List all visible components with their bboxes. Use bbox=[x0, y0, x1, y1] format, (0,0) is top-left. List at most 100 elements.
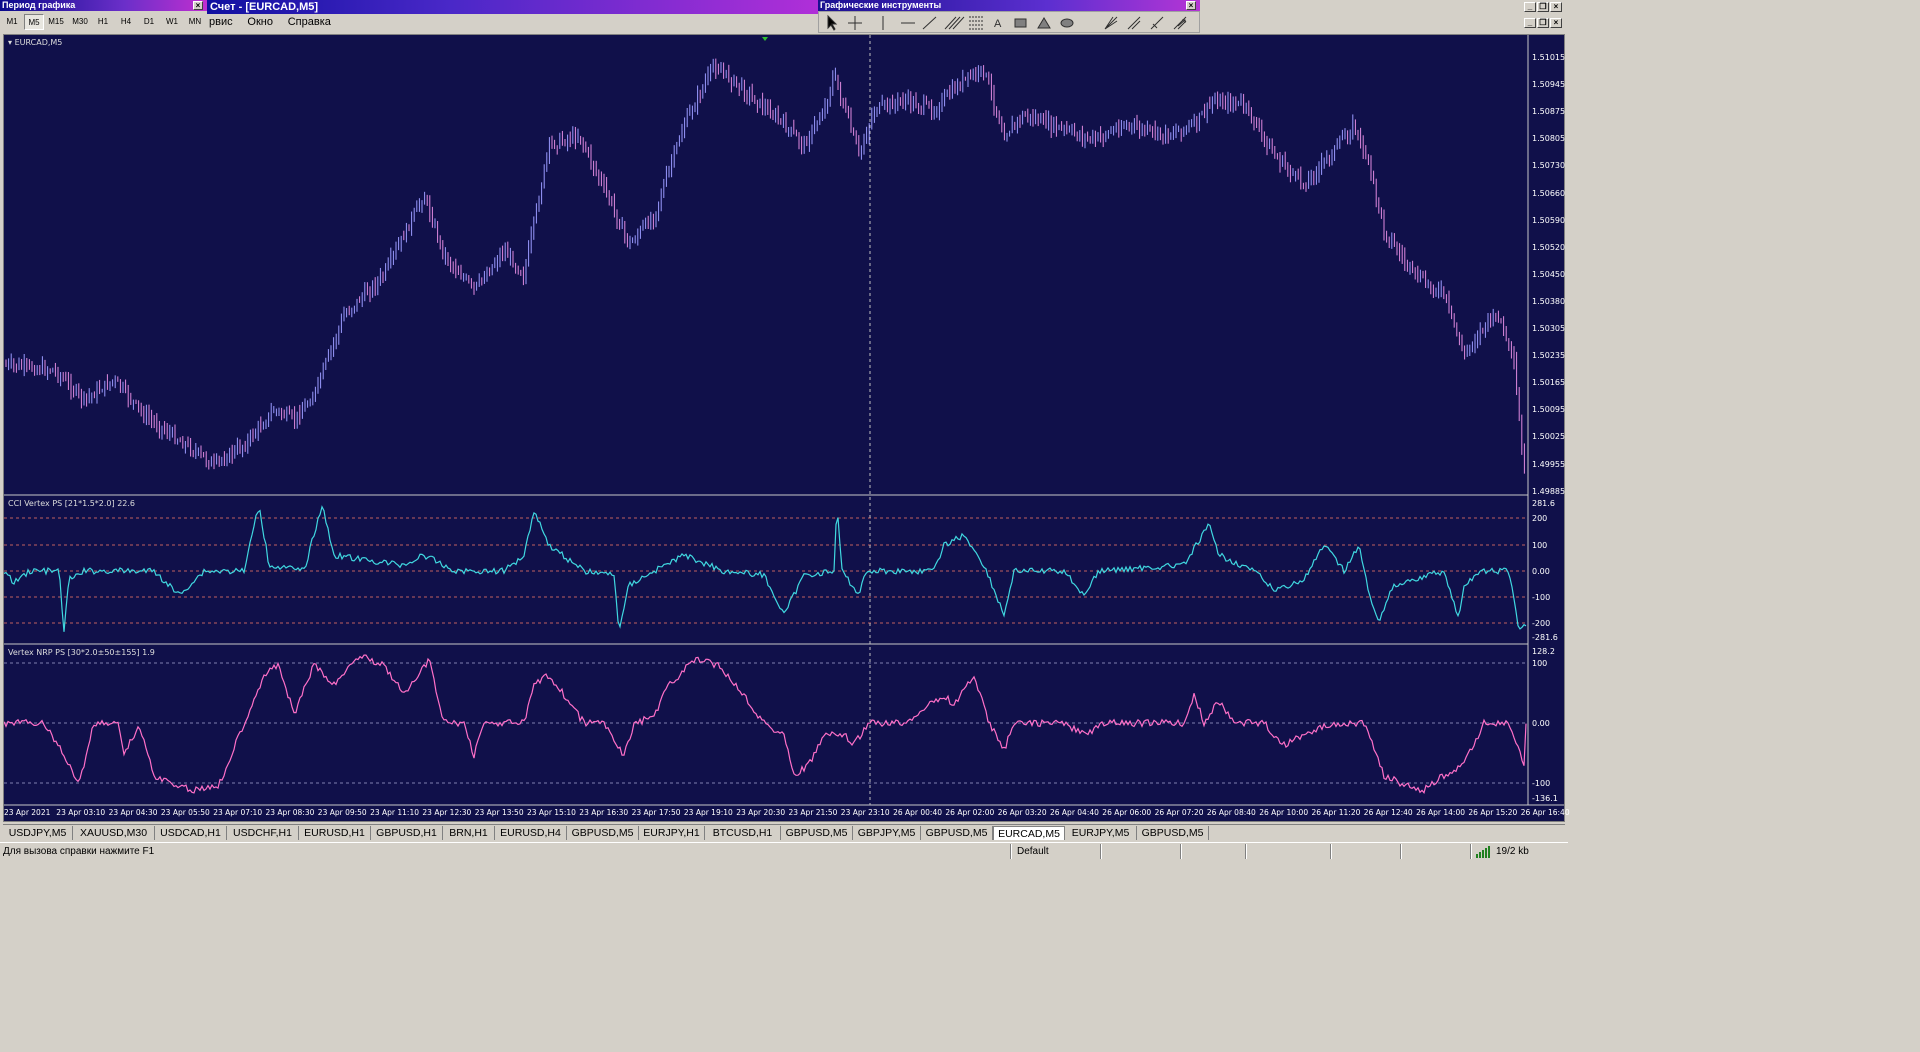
tab-usdcad-h1[interactable]: USDCAD,H1 bbox=[155, 826, 227, 840]
tab-xauusd-m30[interactable]: XAUUSD,M30 bbox=[73, 826, 155, 840]
timeframe-h1[interactable]: H1 bbox=[93, 14, 113, 30]
time-label: 23 Apr 16:30 bbox=[579, 808, 629, 817]
tab-usdchf-h1[interactable]: USDCHF,H1 bbox=[227, 826, 299, 840]
timeframe-h4[interactable]: H4 bbox=[116, 14, 136, 30]
tab-eurjpy-m5[interactable]: EURJPY,M5 bbox=[1065, 826, 1137, 840]
price-label: 1.50520 bbox=[1532, 242, 1566, 252]
price-label: 1.50025 bbox=[1532, 432, 1566, 442]
price-label: 1.50730 bbox=[1532, 161, 1566, 171]
cci-title: CCI Vertex PS [21*1.5*2.0] 22.6 bbox=[8, 499, 135, 508]
status-separator bbox=[1010, 844, 1012, 859]
crosshair-icon[interactable] bbox=[848, 16, 862, 30]
price-label: 1.50380 bbox=[1532, 296, 1566, 306]
main-window-title: Счет - [EURCAD,M5] bbox=[207, 0, 818, 14]
time-label: 26 Apr 10:00 bbox=[1259, 808, 1309, 817]
tools-panel-title: Графические инструменты bbox=[818, 0, 1200, 11]
ellipse-icon[interactable] bbox=[1060, 18, 1074, 28]
timeframe-w1[interactable]: W1 bbox=[162, 14, 182, 30]
tab-eurjpy-h1[interactable]: EURJPY,H1 bbox=[639, 826, 705, 840]
time-label: 23 Apr 23:10 bbox=[840, 808, 890, 817]
main-menu: рвис Окно Справка bbox=[209, 16, 343, 28]
tab-usdjpy-m5[interactable]: USDJPY,M5 bbox=[3, 826, 73, 840]
fibo-icon[interactable] bbox=[969, 16, 983, 30]
tab-gbpjpy-m5[interactable]: GBPJPY,M5 bbox=[853, 826, 921, 840]
chart-canvas[interactable] bbox=[4, 35, 1564, 821]
timeframe-m30[interactable]: M30 bbox=[70, 14, 90, 30]
tools-toolbar: A bbox=[818, 11, 1200, 33]
trendline-icon[interactable] bbox=[922, 16, 937, 30]
chart-symbol-label: ▾ EURCAD,M5 bbox=[8, 38, 63, 47]
price-label: 1.50590 bbox=[1532, 215, 1566, 225]
nrp-level-label: 100 bbox=[1532, 659, 1548, 668]
gann-grid-icon[interactable] bbox=[1127, 16, 1141, 30]
status-separator bbox=[1400, 844, 1402, 859]
close-icon[interactable]: × bbox=[1550, 2, 1562, 12]
status-separator bbox=[1100, 844, 1102, 859]
time-label: 26 Apr 16:40 bbox=[1520, 808, 1570, 817]
time-label: 23 Apr 04:30 bbox=[108, 808, 158, 817]
price-label: 1.50945 bbox=[1532, 80, 1566, 90]
timeframe-m5[interactable]: M5 bbox=[24, 14, 44, 30]
status-help: Для вызова справки нажмите F1 bbox=[3, 846, 155, 857]
timeframe-mn[interactable]: MN bbox=[185, 14, 205, 30]
nrp-line bbox=[4, 654, 1527, 794]
doc-close-icon[interactable]: × bbox=[1550, 18, 1562, 28]
pitchfork-icon[interactable] bbox=[1173, 16, 1187, 30]
cci-level-label: -100 bbox=[1532, 593, 1551, 602]
nrp-level-label: -100 bbox=[1532, 779, 1551, 788]
tab-gbpusd-m5[interactable]: GBPUSD,M5 bbox=[567, 826, 639, 840]
text-icon[interactable]: A bbox=[994, 18, 1002, 30]
nrp-level-label: 0.00 bbox=[1532, 719, 1550, 728]
timeframe-m1[interactable]: M1 bbox=[2, 14, 22, 30]
tab-gbpusd-h1[interactable]: GBPUSD,H1 bbox=[371, 826, 443, 840]
time-label: 26 Apr 15:20 bbox=[1468, 808, 1518, 817]
price-label: 1.50235 bbox=[1532, 351, 1566, 361]
triangle-icon[interactable] bbox=[1037, 17, 1051, 29]
tools-icons: A bbox=[827, 14, 1187, 31]
tab-brn-h1[interactable]: BRN,H1 bbox=[443, 826, 495, 840]
tab-eurusd-h1[interactable]: EURUSD,H1 bbox=[299, 826, 371, 840]
tab-btcusd-h1[interactable]: BTCUSD,H1 bbox=[705, 826, 781, 840]
time-label: 23 Apr 05:50 bbox=[160, 808, 210, 817]
restore-icon[interactable]: ❐ bbox=[1537, 2, 1549, 12]
cci-level-label: -281.6 bbox=[1532, 633, 1558, 642]
status-separator bbox=[1245, 844, 1247, 859]
doc-minimize-icon[interactable]: _ bbox=[1524, 18, 1536, 28]
timeframe-m15[interactable]: M15 bbox=[46, 14, 66, 30]
period-panel-close-icon[interactable]: × bbox=[193, 1, 203, 10]
time-label: 26 Apr 06:00 bbox=[1102, 808, 1152, 817]
time-label: 23 Apr 15:10 bbox=[527, 808, 576, 817]
nrp-level-label: -136.1 bbox=[1532, 794, 1558, 803]
time-label: 26 Apr 14:00 bbox=[1416, 808, 1465, 817]
cursor-icon[interactable] bbox=[827, 14, 838, 31]
price-label: 1.50165 bbox=[1532, 378, 1566, 388]
timeframe-d1[interactable]: D1 bbox=[139, 14, 159, 30]
gann-line-icon[interactable] bbox=[1150, 16, 1164, 30]
tab-eurusd-h4[interactable]: EURUSD,H4 bbox=[495, 826, 567, 840]
connection-icon bbox=[1476, 846, 1490, 858]
tab-eurcad-m5[interactable]: EURCAD,M5 bbox=[993, 826, 1065, 840]
tab-gbpusd-m5[interactable]: GBPUSD,M5 bbox=[1137, 826, 1209, 840]
rectangle-icon[interactable] bbox=[1014, 18, 1027, 28]
time-label: 26 Apr 00:40 bbox=[893, 808, 942, 817]
cci-line bbox=[4, 505, 1527, 632]
cci-level-label: 0.00 bbox=[1532, 567, 1550, 576]
period-panel-title: Период графика bbox=[0, 0, 207, 11]
channel-icon[interactable] bbox=[944, 16, 965, 30]
menu-help[interactable]: Справка bbox=[288, 16, 331, 28]
doc-restore-icon[interactable]: ❐ bbox=[1537, 18, 1549, 28]
price-label: 1.51015 bbox=[1532, 53, 1566, 62]
time-label: 26 Apr 07:20 bbox=[1154, 808, 1204, 817]
price-label: 1.49955 bbox=[1532, 459, 1566, 469]
tools-panel-close-icon[interactable]: × bbox=[1186, 1, 1196, 10]
menu-window[interactable]: Окно bbox=[247, 16, 273, 28]
chart-window[interactable]: ▾ EURCAD,M5 CCI Vertex PS [21*1.5*2.0] 2… bbox=[3, 34, 1570, 822]
minimize-icon[interactable]: _ bbox=[1524, 2, 1536, 12]
menu-service[interactable]: рвис bbox=[209, 16, 233, 28]
time-label: 23 Apr 12:30 bbox=[422, 808, 472, 817]
cci-level-label: -200 bbox=[1532, 619, 1551, 628]
tab-gbpusd-m5[interactable]: GBPUSD,M5 bbox=[781, 826, 853, 840]
time-label: 23 Apr 13:50 bbox=[474, 808, 524, 817]
gann-fan-icon[interactable] bbox=[1104, 16, 1118, 30]
tab-gbpusd-m5[interactable]: GBPUSD,M5 bbox=[921, 826, 993, 840]
